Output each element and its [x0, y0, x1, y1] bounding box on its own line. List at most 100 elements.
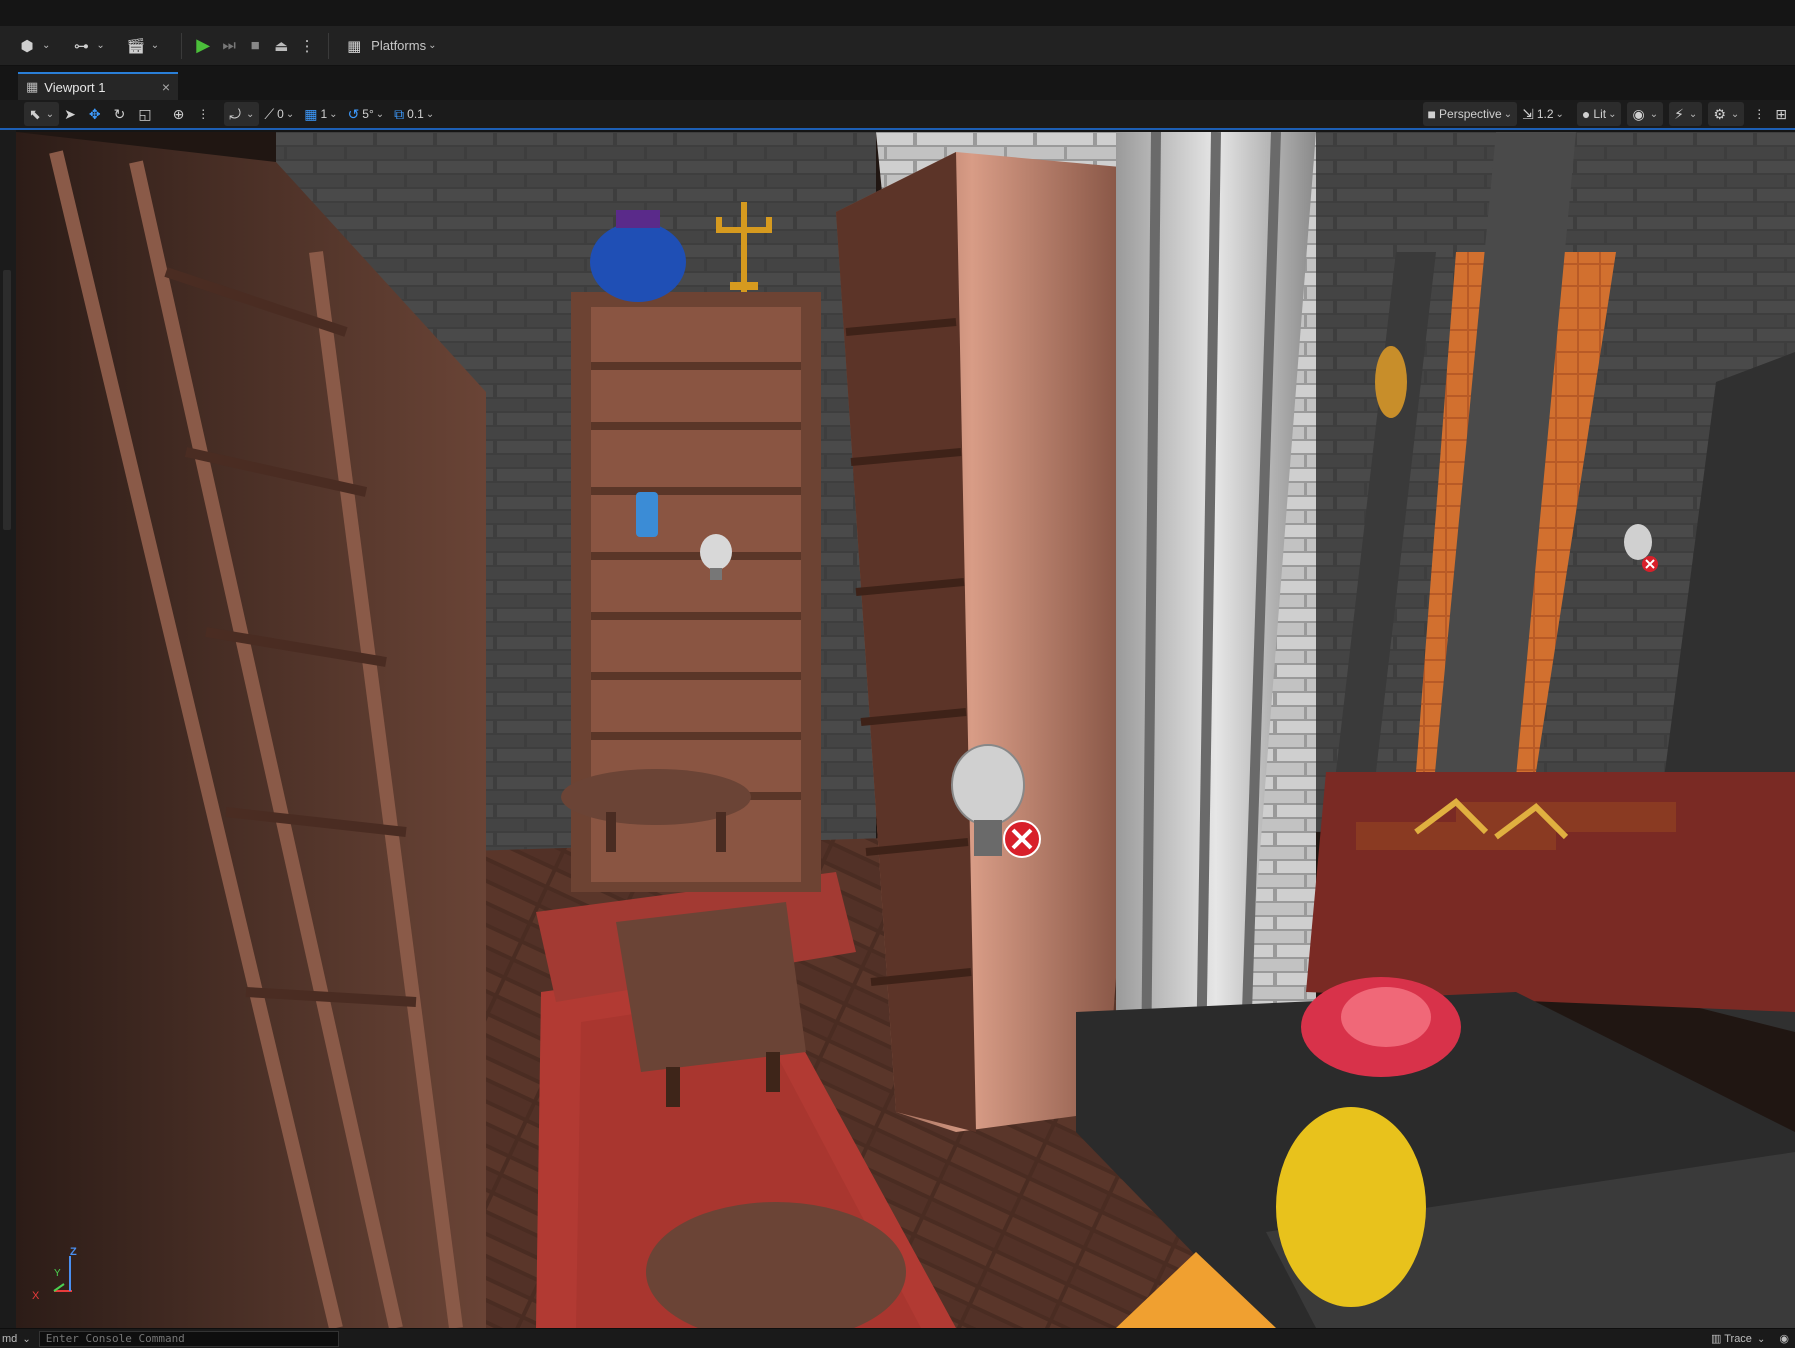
globe-icon: ⊕	[172, 105, 185, 122]
select-tool-button[interactable]: ➤	[59, 102, 84, 126]
transform-options-icon[interactable]: ⋮	[192, 102, 214, 126]
play-options-icon[interactable]: ⋮	[294, 32, 320, 60]
move-icon: ✥	[88, 105, 101, 122]
scene-render	[16, 132, 1795, 1328]
grid-snap-button[interactable]: ▦ 1 ⌄	[299, 102, 342, 126]
chevron-down-icon: ⌄	[1608, 108, 1617, 120]
coordinate-system-button[interactable]: ⊕	[168, 102, 193, 126]
status-bar: md ⌄ ▥ Trace ⌄ ◉	[0, 1328, 1795, 1348]
axis-gizmo: Z Y X	[24, 1246, 84, 1306]
add-actor-icon[interactable]: ⬢	[14, 32, 40, 60]
axis-z-label: Z	[70, 1246, 77, 1258]
rotate-tool-button[interactable]: ↻	[109, 102, 134, 126]
chevron-down-icon: ⌄	[375, 108, 385, 120]
scroll-handle[interactable]	[3, 270, 11, 530]
cmd-dropdown[interactable]: md ⌄	[0, 1333, 31, 1345]
cmd-label: md	[2, 1332, 18, 1345]
chevron-down-icon: ⌄	[285, 108, 295, 120]
blueprint-group[interactable]: ⊶ ⌄	[64, 31, 108, 61]
console-input[interactable]	[38, 1330, 339, 1347]
angle-icon: ↺	[347, 105, 360, 122]
chevron-down-icon: ⌄	[45, 108, 55, 120]
rotation-snap-value: 0	[277, 107, 284, 121]
scale-snap-button[interactable]: ⧉ 0.1 ⌄	[389, 102, 439, 126]
trace-icon: ▥	[1710, 1333, 1722, 1345]
tab-viewport-1[interactable]: ▦ Viewport 1 ×	[18, 72, 178, 100]
title-strip	[0, 0, 1795, 26]
grid-icon: ▦	[304, 105, 318, 122]
cinematics-group[interactable]: 🎬︎ ⌄	[119, 31, 163, 61]
chevron-down-icon[interactable]: ⌄	[42, 40, 50, 51]
camera-speed-icon: ⇲	[1522, 105, 1534, 122]
cursor-icon: ⬉	[29, 105, 41, 122]
perspective-button[interactable]: ■ Perspective ⌄	[1422, 102, 1518, 126]
blueprint-icon[interactable]: ⊶	[68, 32, 94, 60]
close-icon[interactable]: ×	[162, 79, 170, 95]
main-toolbar: ⬢ ⌄ ⊶ ⌄ 🎬︎ ⌄ ▶ ⏭ ■ ⏏ ⋮ ▦ Platforms ⌄	[0, 26, 1795, 66]
chevron-down-icon: ⌄	[1688, 108, 1698, 120]
tab-label: Viewport 1	[44, 79, 106, 95]
translate-tool-button[interactable]: ✥	[84, 102, 109, 126]
camera-speed-value: 1.2	[1536, 107, 1554, 121]
axis-y-label: Y	[54, 1268, 61, 1279]
scale-icon: ◱	[138, 105, 152, 122]
scalability-button[interactable]: ⚡︎ ⌄	[1669, 102, 1703, 126]
left-gutter	[0, 130, 16, 1328]
scale-snap-icon: ⧉	[394, 105, 405, 122]
layout-button[interactable]: ⊞	[1770, 102, 1795, 126]
snap-icon: ⟋	[264, 105, 275, 122]
magic-wand-icon: ⚡︎	[1674, 105, 1684, 122]
chevron-down-icon: ⌄	[1730, 108, 1740, 120]
chevron-down-icon: ⌄	[1555, 108, 1564, 120]
platforms-button[interactable]: ▦ Platforms ⌄	[337, 31, 440, 61]
more-icon: ⋮	[197, 107, 210, 121]
chevron-down-icon: ⌄	[22, 1333, 31, 1345]
tab-bar: ▦ Viewport 1 ×	[0, 66, 1795, 100]
lighting-mode-label: Lit	[1593, 107, 1607, 121]
lit-button[interactable]: ● Lit ⌄	[1576, 102, 1622, 126]
viewport-options-icon[interactable]: ⋮	[1748, 102, 1770, 126]
sphere-icon: ●	[1581, 106, 1591, 122]
camera-icon: ■	[1427, 106, 1437, 122]
angle-snap-button[interactable]: ↺ 5° ⌄	[343, 102, 390, 126]
chevron-down-icon[interactable]: ⌄	[96, 40, 104, 51]
clapperboard-icon[interactable]: 🎬︎	[123, 32, 149, 60]
chevron-down-icon[interactable]: ⌄	[151, 40, 159, 51]
add-actor-group[interactable]: ⬢ ⌄	[10, 31, 54, 61]
chevron-down-icon: ⌄	[428, 40, 437, 51]
surface-snap-icon: ⤾	[229, 105, 241, 122]
rotation-snap-button[interactable]: ⟋ 0 ⌄	[259, 102, 299, 126]
trace-label: Trace	[1724, 1333, 1752, 1345]
layout-grid-icon: ⊞	[1775, 105, 1787, 122]
viewport-toolbar: ⬉ ⌄ ➤ ✥ ↻ ◱ ⊕ ⋮ ⤾ ⌄ ⟋ 0 ⌄ ▦ 1 ⌄ ↺ 5° ⌄ ⧉ 0.1 ⌄ ■ Pe…	[0, 100, 1795, 130]
chevron-down-icon: ⌄	[1503, 108, 1513, 120]
trace-button[interactable]: ▥ Trace ⌄	[1711, 1332, 1765, 1345]
eject-button[interactable]: ⏏	[268, 32, 294, 60]
derived-data-icon[interactable]: ◉	[1779, 1332, 1789, 1345]
scale-tool-button[interactable]: ◱	[133, 102, 159, 126]
gear-icon: ⚙	[1713, 105, 1726, 122]
surface-snap-button[interactable]: ⤾ ⌄	[224, 102, 260, 126]
camera-speed-button[interactable]: ⇲ 1.2 ⌄	[1517, 102, 1569, 126]
more-icon: ⋮	[1753, 107, 1766, 121]
grid-snap-value: 1	[320, 107, 328, 121]
divider	[328, 32, 330, 59]
eye-icon: ◉	[1632, 105, 1645, 122]
step-button[interactable]: ⏭	[216, 32, 242, 60]
rotate-icon: ↻	[113, 105, 126, 122]
angle-snap-value: 5°	[362, 107, 374, 121]
divider	[181, 32, 183, 59]
viewport-settings-button[interactable]: ⚙ ⌄	[1708, 102, 1745, 126]
axis-x-label: X	[32, 1290, 40, 1302]
play-button[interactable]: ▶	[190, 32, 216, 60]
stop-button[interactable]: ■	[242, 32, 268, 60]
view-mode-label: Perspective	[1439, 107, 1502, 121]
chevron-down-icon: ⌄	[1757, 1334, 1766, 1345]
selection-mode-button[interactable]: ⬉ ⌄	[24, 102, 60, 126]
chevron-down-icon: ⌄	[245, 108, 255, 120]
level-viewport[interactable]: Z Y X	[16, 132, 1795, 1328]
show-flags-button[interactable]: ◉ ⌄	[1627, 102, 1664, 126]
chevron-down-icon: ⌄	[329, 108, 338, 120]
chevron-down-icon: ⌄	[425, 108, 435, 120]
platforms-label: Platforms	[371, 38, 427, 53]
